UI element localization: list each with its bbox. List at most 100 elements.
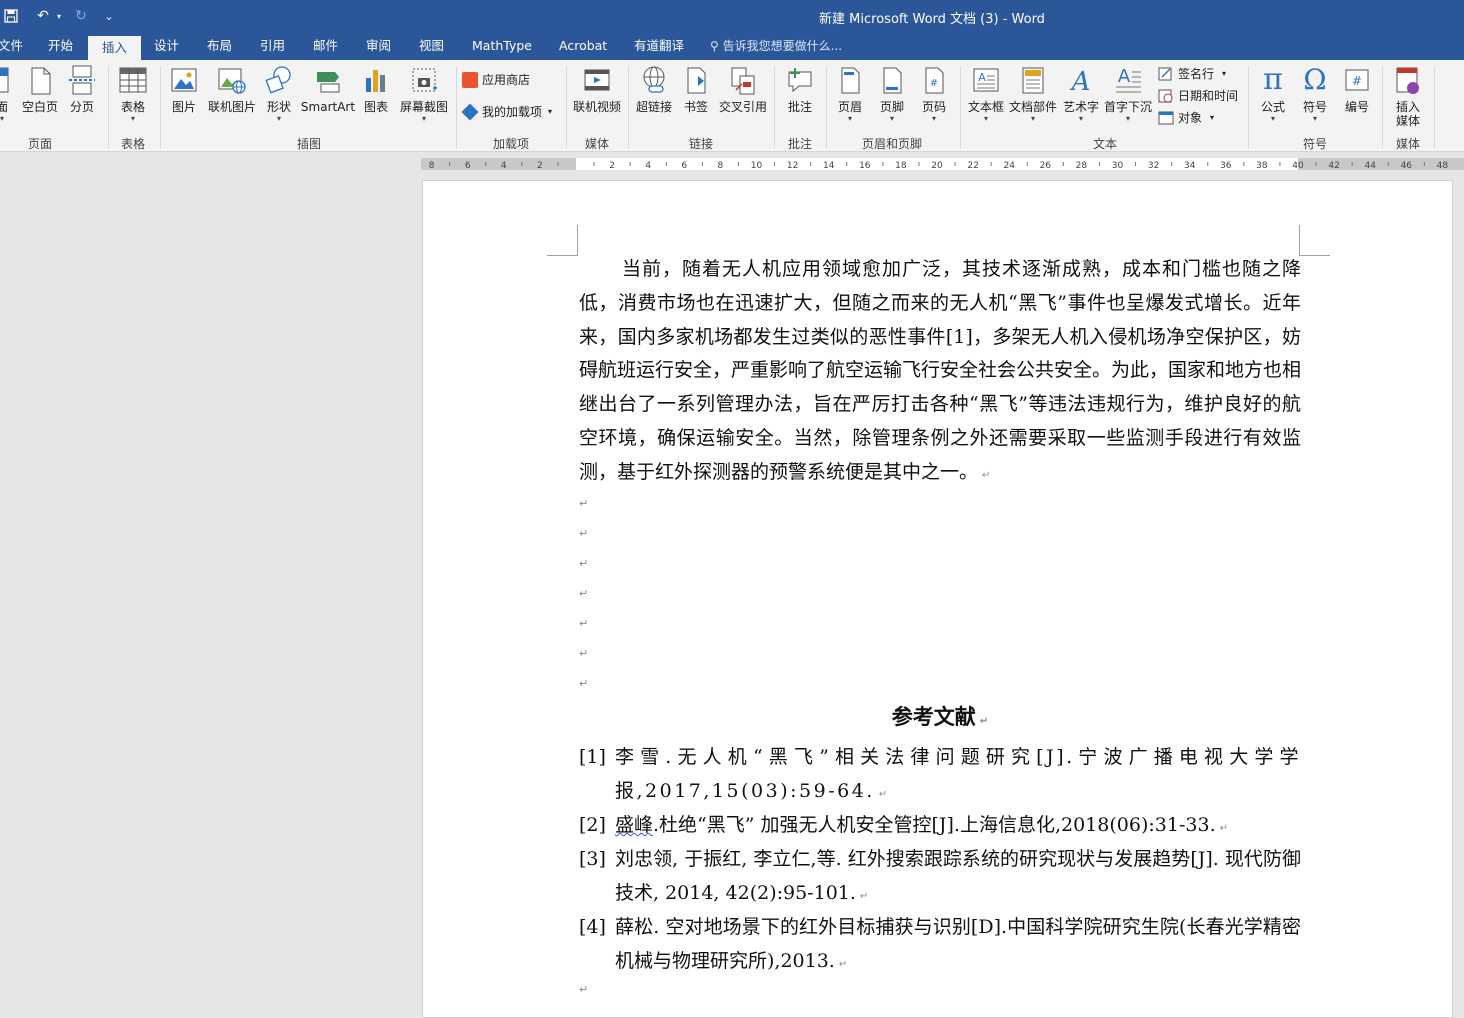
blank-page-icon <box>31 67 51 95</box>
chart-icon <box>366 70 385 92</box>
ribbon-tabs: 文件 开始 插入 设计 布局 引用 邮件 审阅 视图 MathType Acro… <box>0 32 1464 60</box>
quick-parts-button[interactable]: 文档部件 ▾ <box>1008 64 1058 128</box>
blank-page-button[interactable]: 空白页 <box>20 64 60 128</box>
reference-item[interactable]: [1] 李雪.无人机“黑飞”相关法律问题研究[J].宁波广播电视大学学报,201… <box>579 741 1301 812</box>
shapes-button[interactable]: 形状 ▾ <box>260 64 298 128</box>
empty-paragraph[interactable]: ↵ <box>579 557 588 587</box>
ruler-label: 30 <box>1112 161 1124 171</box>
page-number-icon: # <box>925 67 944 94</box>
reference-item[interactable]: [3] 刘忠领, 于振红, 李立仁,等. 红外搜索跟踪系统的研究现状与发展趋势[… <box>579 843 1301 914</box>
empty-paragraph[interactable]: ↵ <box>579 587 588 617</box>
window-title: 新建 Microsoft Word 文档 (3) - Word <box>819 12 1045 27</box>
ruler-label: 20 <box>931 161 943 171</box>
textbox-icon: A <box>973 68 999 92</box>
online-picture-button[interactable]: 联机图片 <box>206 64 258 128</box>
tab-insert[interactable]: 插入 <box>88 36 142 60</box>
my-addins-icon <box>461 103 479 121</box>
ruler-label: 28 <box>1076 161 1088 171</box>
undo-dropdown-icon[interactable]: ▾ <box>54 5 64 27</box>
wordart-button[interactable]: A 艺术字 ▾ <box>1060 64 1102 128</box>
tab-acrobat[interactable]: Acrobat <box>559 32 607 60</box>
page-number-button[interactable]: # 页码 ▾ <box>914 64 954 128</box>
hyperlink-button[interactable]: 超链接 <box>632 64 676 128</box>
svg-text:A: A <box>1118 66 1131 87</box>
group-label-media: 媒体 <box>584 137 609 151</box>
page-break-button[interactable]: 分页 <box>64 64 100 128</box>
references-heading[interactable]: 参考文献 ↵ <box>579 701 1301 731</box>
tab-file[interactable]: 文件 <box>0 32 23 60</box>
ribbon-insert: 面 ▾ 空白页 分页 页面 表格 ▾ 表格 图片 联机图片 形状 ▾ Smart… <box>0 60 1464 152</box>
group-label-media2: 媒体 <box>1395 137 1420 151</box>
ruler-label: 48 <box>1437 161 1449 171</box>
ruler-ticks: 8 6 4 2 2 4 6 8 10 12 14 16 18 20 22 24 26 28 30 32 34 36 38 40… <box>429 161 1449 171</box>
smartart-button[interactable]: SmartArt <box>300 64 356 128</box>
picture-button[interactable]: 图片 <box>164 64 204 128</box>
tab-review[interactable]: 审阅 <box>366 32 391 60</box>
body-paragraph[interactable]: 当前，随着无人机应用领域愈加广泛，其技术逐渐成熟，成本和门槛也随之降低，消费市场… <box>579 253 1301 493</box>
header-button[interactable]: 页眉 ▾ <box>830 64 870 128</box>
table-icon <box>119 67 147 93</box>
store-button[interactable]: 应用商店 <box>462 70 530 90</box>
tab-home[interactable]: 开始 <box>48 32 73 60</box>
document-page[interactable]: 当前，随着无人机应用领域愈加广泛，其技术逐渐成熟，成本和门槛也随之降低，消费市场… <box>422 180 1453 1018</box>
omega-icon: Ω <box>1303 63 1327 96</box>
tab-design[interactable]: 设计 <box>154 32 179 60</box>
tab-view[interactable]: 视图 <box>419 32 444 60</box>
numbering-button[interactable]: # 编号 <box>1336 64 1378 128</box>
ruler-label: 46 <box>1401 161 1413 171</box>
empty-paragraph[interactable]: ↵ <box>579 617 588 647</box>
group-label-header-footer: 页眉和页脚 <box>861 137 922 151</box>
insert-media-button[interactable]: 插入 媒体 <box>1386 64 1430 128</box>
bookmark-button[interactable]: 书签 <box>678 64 714 128</box>
save-icon[interactable] <box>0 5 22 27</box>
tab-layout[interactable]: 布局 <box>207 32 232 60</box>
horizontal-ruler[interactable]: 8 6 4 2 2 4 6 8 10 12 14 16 18 20 22 24 26 28 30 32 34 36 38 40… <box>421 155 1464 173</box>
cross-reference-icon <box>731 67 755 95</box>
empty-paragraph[interactable]: ↵ <box>579 647 588 677</box>
crop-mark-left <box>547 225 578 256</box>
group-label-text: 文本 <box>1092 137 1117 151</box>
tab-references[interactable]: 引用 <box>260 32 285 60</box>
date-time-button[interactable]: 日期和时间 <box>1158 86 1238 106</box>
tell-me-text: 告诉我您想要做什么... <box>722 39 843 53</box>
group-label-addins: 加载项 <box>492 137 529 151</box>
empty-paragraph[interactable]: ↵ <box>579 497 588 527</box>
equation-button[interactable]: π 公式 ▾ <box>1252 64 1294 128</box>
symbol-button[interactable]: Ω 符号 ▾ <box>1294 64 1336 128</box>
svg-text:A: A <box>978 71 986 84</box>
my-addins-button[interactable]: 我的加载项 ▾ <box>461 102 552 122</box>
online-picture-icon <box>218 68 246 94</box>
ruler-label: 24 <box>1003 161 1015 171</box>
cover-page-button[interactable]: 面 ▾ <box>0 64 12 128</box>
customize-qat-icon[interactable]: ⌄ <box>98 5 120 27</box>
dropcap-button[interactable]: A 首字下沉 ▾ <box>1102 64 1154 128</box>
footer-button[interactable]: 页脚 ▾ <box>872 64 912 128</box>
signature-line-button[interactable]: 签名行 ▾ <box>1158 64 1226 84</box>
reference-item[interactable]: [2] 盛峰.杜绝“黑飞” 加强无人机安全管控[J].上海信息化,2018(06… <box>579 809 1301 846</box>
ruler-label: 6 <box>681 161 687 171</box>
svg-text:A: A <box>1070 67 1091 96</box>
ruler-label: 22 <box>967 161 978 171</box>
online-video-icon <box>584 69 610 91</box>
screenshot-button[interactable]: 屏幕截图 ▾ <box>396 64 452 128</box>
tab-mathtype[interactable]: MathType <box>472 32 532 60</box>
online-video-button[interactable]: 联机视频 <box>570 64 624 128</box>
tell-me-box[interactable]: ⚲ 告诉我您想要做什么... <box>710 32 842 60</box>
ruler-label: 2 <box>609 161 615 171</box>
spellcheck-underlined-word[interactable]: 盛峰 <box>615 814 653 836</box>
tab-youdao[interactable]: 有道翻译 <box>634 32 684 60</box>
pi-icon: π <box>1263 62 1283 97</box>
empty-paragraph[interactable]: ↵ <box>579 527 588 557</box>
chart-button[interactable]: 图表 <box>358 64 394 128</box>
object-button[interactable]: 对象 ▾ <box>1158 108 1214 128</box>
tab-mailings[interactable]: 邮件 <box>313 32 338 60</box>
comment-button[interactable]: 批注 <box>778 64 822 128</box>
textbox-button[interactable]: A 文本框 ▾ <box>964 64 1008 128</box>
reference-item[interactable]: [4] 薛松. 空对地场景下的红外目标捕获与识别[D].中国科学院研究生院(长春… <box>579 911 1301 982</box>
cross-reference-button[interactable]: 交叉引用 <box>716 64 770 128</box>
undo-icon[interactable]: ↶ <box>32 5 54 27</box>
ruler-label: 34 <box>1184 161 1196 171</box>
table-button[interactable]: 表格 ▾ <box>112 64 154 128</box>
empty-paragraph[interactable]: ↵ <box>579 983 588 1013</box>
redo-icon[interactable]: ↻ <box>70 5 92 27</box>
